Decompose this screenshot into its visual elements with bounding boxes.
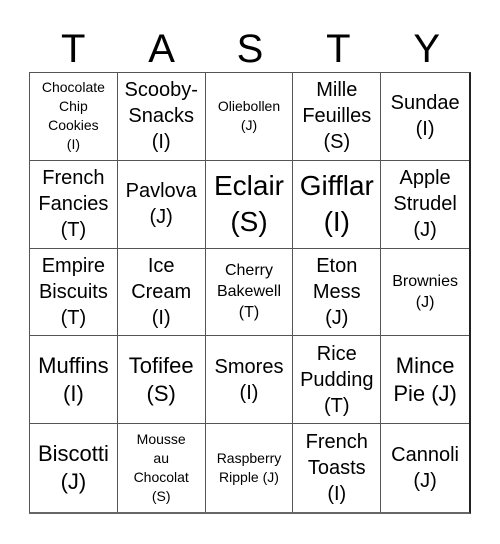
bingo-cell[interactable]: Mille Feuilles (S): [293, 73, 382, 161]
bingo-cell[interactable]: Eclair (S): [205, 160, 294, 249]
bingo-header: T A S T Y: [29, 26, 471, 72]
bingo-cell[interactable]: Tofifee (S): [117, 336, 206, 425]
bingo-cell-label: Tofifee (S): [128, 352, 194, 406]
bingo-cell-label: Apple Strudel (J): [393, 167, 457, 242]
bingo-cell[interactable]: Scooby- Snacks (I): [117, 73, 206, 161]
bingo-cell-label: Brownies (J): [392, 272, 458, 311]
bingo-cell-label: Cannoli (J): [391, 444, 459, 493]
bingo-cell[interactable]: Pavlova (J): [117, 160, 206, 249]
bingo-cell[interactable]: Oliebollen (J): [205, 73, 294, 161]
bingo-cell[interactable]: Eton Mess (J): [293, 248, 382, 337]
bingo-cell[interactable]: Mince Pie (J): [381, 336, 469, 425]
bingo-cell-label: Eclair (S): [213, 170, 284, 238]
header-letter: T: [60, 27, 86, 71]
bingo-cell[interactable]: Brownies (J): [381, 249, 469, 337]
bingo-cell-label: Chocolate Chip Cookies (I): [41, 79, 105, 153]
bingo-cell[interactable]: French Fancies (T): [30, 160, 118, 249]
bingo-cell-label: Cherry Bakewell (T): [216, 262, 281, 322]
bingo-cell-label: Ice Cream (I): [131, 254, 192, 329]
bingo-cell-label: French Fancies (T): [38, 167, 109, 242]
bingo-cell[interactable]: Sundae (I): [381, 73, 469, 161]
bingo-cell-label: Raspberry Ripple (J): [216, 450, 282, 486]
bingo-cell-label: Muffins (I): [38, 352, 109, 406]
bingo-cell[interactable]: Rice Pudding (T): [293, 336, 382, 425]
header-letter: A: [148, 27, 175, 71]
bingo-cell[interactable]: Ice Cream (I): [117, 248, 206, 337]
bingo-cell-label: Smores (I): [214, 355, 284, 404]
bingo-cell-label: Scooby- Snacks (I): [124, 79, 198, 154]
bingo-cell-label: Eton Mess (J): [312, 254, 361, 329]
bingo-cell[interactable]: Smores (I): [205, 336, 294, 425]
bingo-cell[interactable]: Chocolate Chip Cookies (I): [30, 73, 118, 161]
bingo-cell-label: Oliebollen (J): [217, 98, 281, 134]
bingo-cell-label: Empire Biscuits (T): [38, 254, 108, 329]
bingo-cell[interactable]: Cherry Bakewell (T): [205, 248, 294, 337]
bingo-cell[interactable]: Gifflar (I): [293, 160, 382, 249]
bingo-cell[interactable]: Apple Strudel (J): [381, 161, 469, 249]
bingo-cell[interactable]: French Toasts (I): [293, 424, 382, 512]
bingo-cell[interactable]: Mousse au Chocolat (S): [118, 424, 206, 512]
bingo-grid: Chocolate Chip Cookies (I) Scooby- Snacks…: [29, 72, 471, 514]
header-letter: T: [326, 27, 351, 71]
bingo-cell-label: Biscotti (J): [37, 441, 109, 495]
header-letter: Y: [413, 27, 441, 71]
bingo-cell[interactable]: Raspberry Ripple (J): [206, 424, 294, 512]
bingo-cell-label: Mousse au Chocolat (S): [133, 431, 189, 505]
bingo-cell-label: French Toasts (I): [305, 431, 368, 506]
bingo-cell[interactable]: Empire Biscuits (T): [30, 248, 118, 337]
bingo-cell-label: Rice Pudding (T): [300, 342, 374, 417]
bingo-cell-label: Mille Feuilles (S): [302, 79, 372, 154]
bingo-cell[interactable]: Muffins (I): [30, 336, 118, 425]
bingo-cell[interactable]: Biscotti (J): [30, 424, 118, 512]
bingo-cell-label: Pavlova (J): [125, 180, 197, 229]
bingo-cell-label: Sundae (I): [390, 92, 460, 141]
bingo-cell-label: Gifflar (I): [299, 170, 374, 238]
header-letter: S: [236, 27, 264, 71]
bingo-cell-label: Mince Pie (J): [393, 352, 457, 406]
bingo-cell[interactable]: Cannoli (J): [381, 424, 469, 512]
